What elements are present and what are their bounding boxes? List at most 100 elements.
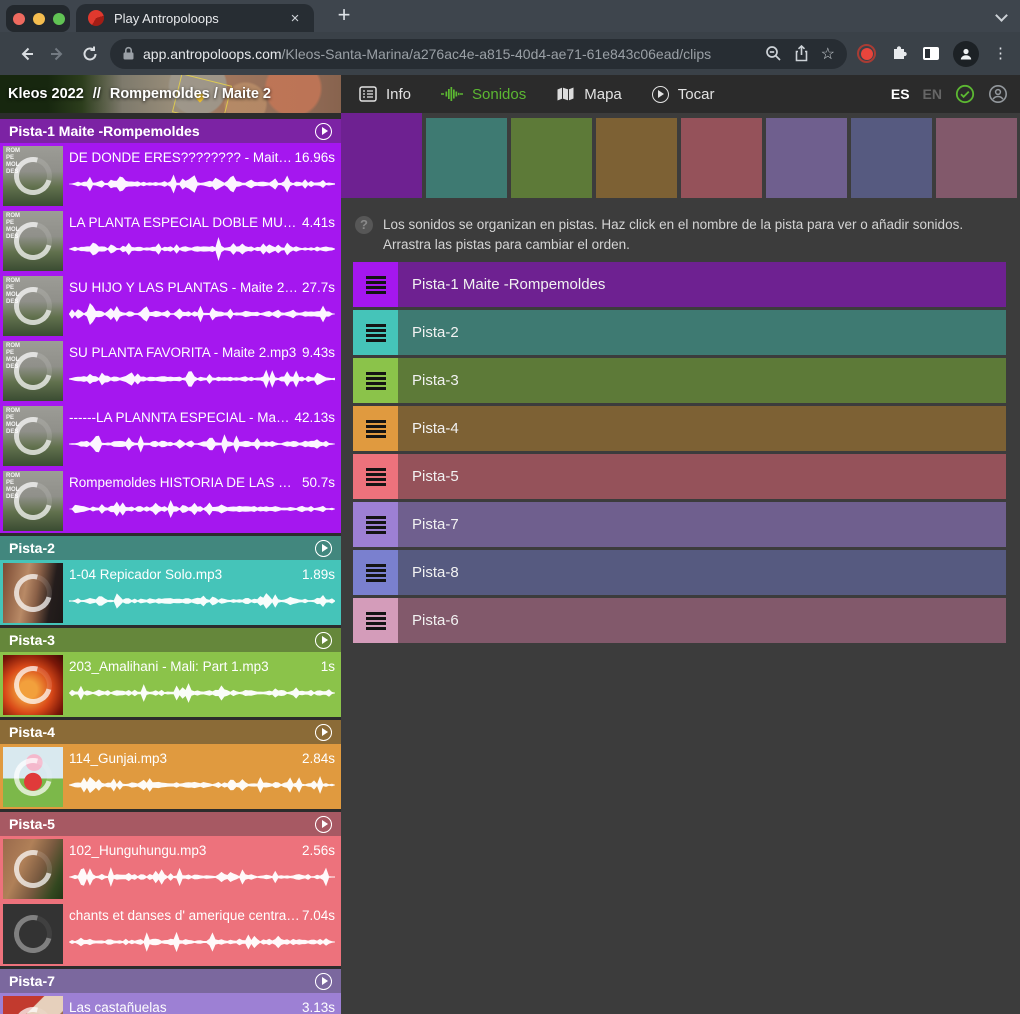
track-section-header[interactable]: Pista-1 Maite -Rompemoldes bbox=[0, 119, 341, 143]
breadcrumb-project[interactable]: Kleos 2022 bbox=[8, 86, 84, 102]
track-row-label: Pista-4 bbox=[412, 420, 459, 437]
color-swatch[interactable] bbox=[341, 113, 422, 198]
clip-item[interactable]: ROM PE MOL DESRompemoldes HISTORIA DE LA… bbox=[0, 468, 341, 533]
track-row[interactable]: Pista-2 bbox=[353, 310, 1006, 355]
browser-tabstrip: Play Antropoloops × + bbox=[0, 0, 1020, 32]
track-section-header[interactable]: Pista-5 bbox=[0, 812, 341, 836]
close-window-button[interactable] bbox=[13, 13, 25, 25]
clip-waveform[interactable] bbox=[69, 496, 335, 522]
track-play-button[interactable] bbox=[315, 816, 332, 833]
clip-waveform[interactable] bbox=[69, 301, 335, 327]
side-panel-icon[interactable] bbox=[923, 47, 939, 60]
clip-item[interactable]: ROM PE MOL DESDE DONDE ERES???????? - Ma… bbox=[0, 143, 341, 208]
color-swatch[interactable] bbox=[851, 118, 932, 198]
clip-item[interactable]: Las castañuelas3.13s bbox=[0, 993, 341, 1014]
bookmark-star-icon[interactable]: ☆ bbox=[821, 44, 835, 64]
tab-tocar[interactable]: Tocar bbox=[652, 86, 715, 103]
clip-waveform[interactable] bbox=[69, 772, 335, 798]
clip-waveform[interactable] bbox=[69, 929, 335, 955]
drag-handle[interactable] bbox=[353, 550, 398, 595]
track-row-body[interactable]: Pista-2 bbox=[398, 310, 1006, 355]
track-row-body[interactable]: Pista-5 bbox=[398, 454, 1006, 499]
track-row[interactable]: Pista-8 bbox=[353, 550, 1006, 595]
clip-waveform[interactable] bbox=[69, 431, 335, 457]
clip-waveform[interactable] bbox=[69, 588, 335, 614]
color-swatch[interactable] bbox=[511, 118, 592, 198]
account-icon[interactable] bbox=[988, 84, 1008, 104]
tab-close-icon[interactable]: × bbox=[286, 10, 304, 27]
drag-handle[interactable] bbox=[353, 454, 398, 499]
clip-waveform[interactable] bbox=[69, 680, 335, 706]
share-icon[interactable] bbox=[794, 45, 809, 62]
drag-handle[interactable] bbox=[353, 598, 398, 643]
track-section-header[interactable]: Pista-3 bbox=[0, 628, 341, 652]
clip-waveform[interactable] bbox=[69, 864, 335, 890]
tab-info[interactable]: Info bbox=[359, 86, 411, 103]
track-row-body[interactable]: Pista-7 bbox=[398, 502, 1006, 547]
track-section-header[interactable]: Pista-7 bbox=[0, 969, 341, 993]
clip-item[interactable]: ROM PE MOL DESSU PLANTA FAVORITA - Maite… bbox=[0, 338, 341, 403]
color-swatch[interactable] bbox=[596, 118, 677, 198]
status-check-icon[interactable] bbox=[955, 84, 975, 104]
clip-waveform[interactable] bbox=[69, 236, 335, 262]
new-tab-button[interactable]: + bbox=[330, 2, 358, 30]
record-extension-icon[interactable] bbox=[857, 44, 876, 63]
track-row[interactable]: Pista-6 bbox=[353, 598, 1006, 643]
track-play-button[interactable] bbox=[315, 632, 332, 649]
track-row[interactable]: Pista-3 bbox=[353, 358, 1006, 403]
drag-handle[interactable] bbox=[353, 502, 398, 547]
color-swatch[interactable] bbox=[766, 118, 847, 198]
clip-waveform[interactable] bbox=[69, 366, 335, 392]
tab-sonidos[interactable]: Sonidos bbox=[441, 86, 526, 103]
color-swatch[interactable] bbox=[936, 118, 1017, 198]
clip-item[interactable]: ROM PE MOL DES------LA PLANNTA ESPECIAL … bbox=[0, 403, 341, 468]
color-swatch[interactable] bbox=[426, 118, 507, 198]
minimize-window-button[interactable] bbox=[33, 13, 45, 25]
maximize-window-button[interactable] bbox=[53, 13, 65, 25]
track-play-button[interactable] bbox=[315, 973, 332, 990]
extensions-puzzle-icon[interactable] bbox=[890, 42, 909, 66]
forward-button[interactable] bbox=[42, 38, 74, 70]
drag-handle[interactable] bbox=[353, 262, 398, 307]
clip-item[interactable]: 114_Gunjai.mp32.84s bbox=[0, 744, 341, 809]
clip-waveform[interactable] bbox=[69, 171, 335, 197]
track-row[interactable]: Pista-7 bbox=[353, 502, 1006, 547]
clip-item[interactable]: chants et danses d' amerique centrale - … bbox=[0, 901, 341, 966]
track-row-body[interactable]: Pista-8 bbox=[398, 550, 1006, 595]
zoom-page-icon[interactable] bbox=[765, 45, 782, 62]
refresh-button[interactable] bbox=[74, 38, 106, 70]
tab-mapa[interactable]: Mapa bbox=[556, 86, 622, 103]
clip-item[interactable]: ROM PE MOL DESLA PLANTA ESPECIAL DOBLE M… bbox=[0, 208, 341, 273]
track-play-button[interactable] bbox=[315, 540, 332, 557]
clip-item[interactable]: 203_Amalihani - Mali: Part 1.mp31s bbox=[0, 652, 341, 717]
track-row-body[interactable]: Pista-1 Maite -Rompemoldes bbox=[398, 262, 1006, 307]
clip-item[interactable]: ROM PE MOL DESSU HIJO Y LAS PLANTAS - Ma… bbox=[0, 273, 341, 338]
clip-item[interactable]: 1-04 Repicador Solo.mp31.89s bbox=[0, 560, 341, 625]
lang-en-toggle[interactable]: EN bbox=[923, 86, 942, 102]
clip-item[interactable]: 102_Hunguhungu.mp32.56s bbox=[0, 836, 341, 901]
track-play-button[interactable] bbox=[315, 724, 332, 741]
browser-tab[interactable]: Play Antropoloops × bbox=[76, 4, 314, 32]
track-row-body[interactable]: Pista-3 bbox=[398, 358, 1006, 403]
track-row-body[interactable]: Pista-6 bbox=[398, 598, 1006, 643]
drag-handle[interactable] bbox=[353, 406, 398, 451]
clip-thumbnail bbox=[3, 655, 63, 715]
drag-handle[interactable] bbox=[353, 310, 398, 355]
track-section-header[interactable]: Pista-2 bbox=[0, 536, 341, 560]
help-text: Los sonidos se organizan en pistas. Haz … bbox=[383, 215, 992, 254]
tab-search-chevron-icon[interactable] bbox=[995, 9, 1008, 22]
breadcrumb[interactable]: Kleos 2022 // Rompemoldes / Maite 2 bbox=[8, 75, 271, 113]
browser-menu-icon[interactable]: ⋮ bbox=[993, 46, 1008, 61]
address-bar[interactable]: app.antropoloops.com/Kleos-Santa-Marina/… bbox=[110, 39, 847, 69]
drag-handle[interactable] bbox=[353, 358, 398, 403]
track-row[interactable]: Pista-4 bbox=[353, 406, 1006, 451]
color-swatch[interactable] bbox=[681, 118, 762, 198]
profile-avatar[interactable] bbox=[953, 41, 979, 67]
back-button[interactable] bbox=[10, 38, 42, 70]
track-row[interactable]: Pista-5 bbox=[353, 454, 1006, 499]
track-row[interactable]: Pista-1 Maite -Rompemoldes bbox=[353, 262, 1006, 307]
lang-es-toggle[interactable]: ES bbox=[891, 86, 910, 102]
track-play-button[interactable] bbox=[315, 123, 332, 140]
track-row-body[interactable]: Pista-4 bbox=[398, 406, 1006, 451]
track-section-header[interactable]: Pista-4 bbox=[0, 720, 341, 744]
